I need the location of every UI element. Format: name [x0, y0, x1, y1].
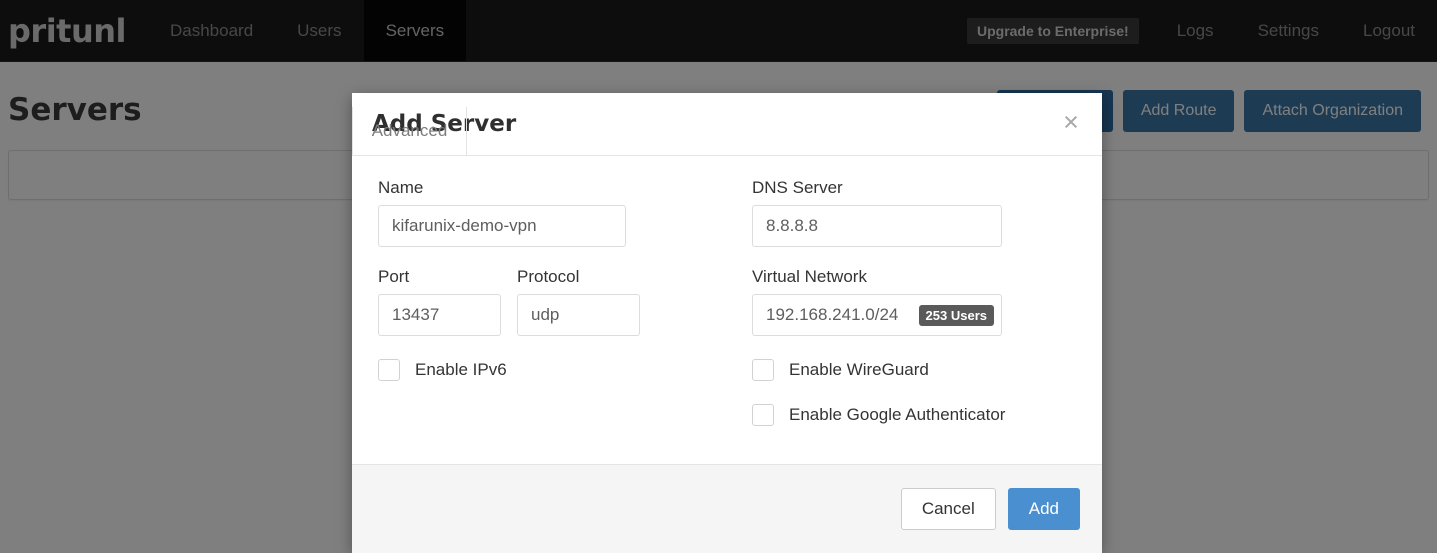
protocol-label: Protocol: [517, 267, 580, 286]
port-input[interactable]: [378, 294, 501, 336]
enable-ipv6-label[interactable]: Enable IPv6: [415, 360, 507, 380]
close-icon[interactable]: ×: [1054, 105, 1088, 139]
form-col-left-3: Enable IPv6: [378, 336, 752, 426]
port-label: Port: [378, 267, 410, 286]
form-col-right-3: Enable WireGuard Enable Google Authentic…: [752, 336, 1072, 426]
dns-server-label: DNS Server: [752, 178, 843, 197]
enable-ipv6-checkbox[interactable]: [378, 359, 400, 381]
modal-header: Add Server Advanced ×: [352, 93, 1102, 156]
name-input[interactable]: [378, 205, 626, 247]
add-server-modal: Add Server Advanced × Name DNS Server Po…: [352, 93, 1102, 553]
form-col-right-2: Virtual Network 253 Users: [752, 267, 1072, 336]
cancel-button[interactable]: Cancel: [900, 488, 996, 530]
protocol-input[interactable]: [517, 294, 640, 336]
name-label: Name: [378, 178, 424, 197]
enable-wireguard-label[interactable]: Enable WireGuard: [789, 360, 929, 380]
dns-server-input[interactable]: [752, 205, 1002, 247]
virtual-network-input[interactable]: [752, 294, 1002, 336]
port-protocol-inputs: [378, 294, 752, 336]
virtual-network-label: Virtual Network: [752, 267, 867, 286]
enable-ipv6-row[interactable]: Enable IPv6: [378, 359, 752, 381]
modal-footer: Cancel Add: [352, 464, 1102, 553]
virtual-network-wrapper: 253 Users: [752, 294, 1002, 336]
enable-google-authenticator-checkbox[interactable]: [752, 404, 774, 426]
form-row-3: Enable IPv6 Enable WireGuard Enable Goog…: [378, 336, 1076, 426]
form-row-1: Name DNS Server: [378, 178, 1076, 247]
modal-body: Name DNS Server Port Protocol Virtu: [352, 156, 1102, 464]
port-protocol-labels: Port Protocol: [378, 267, 752, 294]
enable-wireguard-row[interactable]: Enable WireGuard: [752, 359, 1072, 381]
add-button[interactable]: Add: [1007, 488, 1080, 530]
enable-google-authenticator-row[interactable]: Enable Google Authenticator: [752, 404, 1072, 426]
enable-wireguard-checkbox[interactable]: [752, 359, 774, 381]
form-col-right-1: DNS Server: [752, 178, 1072, 247]
form-col-left-2: Port Protocol: [378, 267, 752, 336]
enable-google-authenticator-label[interactable]: Enable Google Authenticator: [789, 405, 1005, 425]
form-col-left-1: Name: [378, 178, 752, 247]
form-row-2: Port Protocol Virtual Network 253 Users: [378, 267, 1076, 336]
advanced-tab[interactable]: Advanced: [352, 107, 467, 155]
